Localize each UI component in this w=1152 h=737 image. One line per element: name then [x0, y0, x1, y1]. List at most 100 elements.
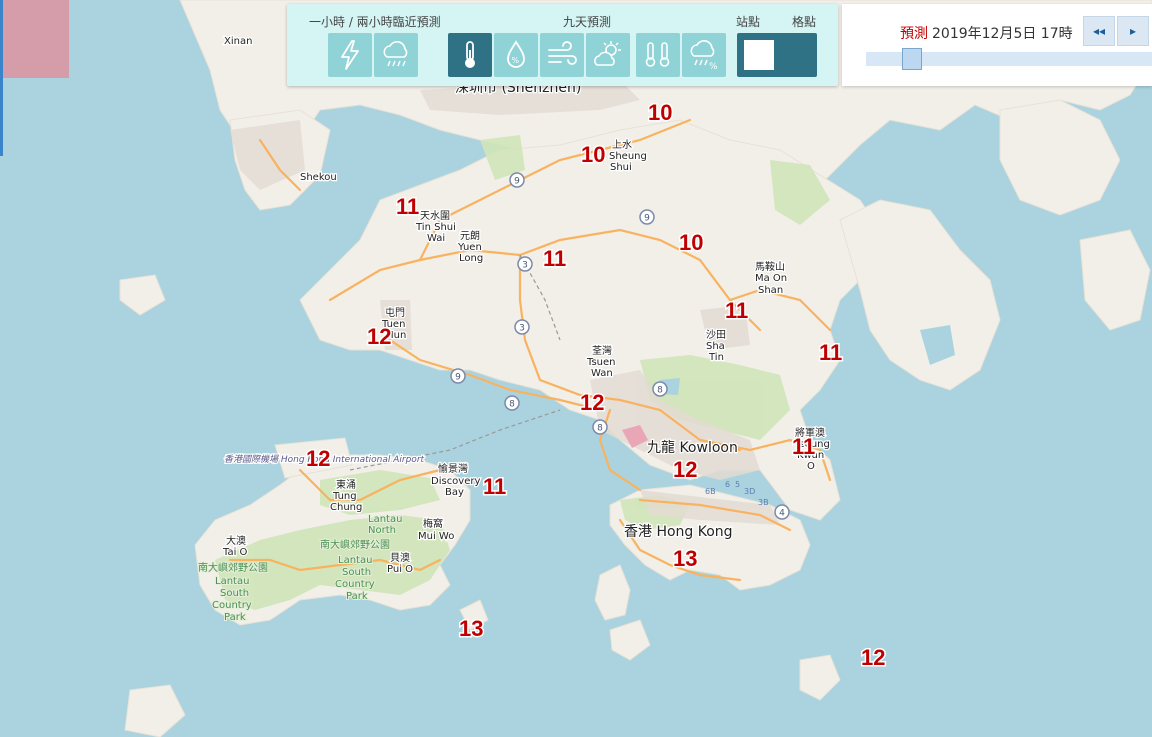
- place-label: Chung: [330, 502, 362, 513]
- place-label: Bay: [445, 487, 464, 498]
- park-label: Lantau: [368, 514, 402, 525]
- route-shield-number: 9: [514, 177, 520, 187]
- wind-button[interactable]: [540, 33, 584, 77]
- temperature-value[interactable]: 12: [305, 445, 332, 473]
- map-canvas[interactable]: 993398884 6B 6 5 3D 3B Xinan 深圳市 (Shenzh…: [0, 0, 1152, 737]
- forecast-toolbar: 一小時 / 兩小時臨近預測 九天預測 站點 格點 % %: [287, 4, 838, 86]
- place-label: 九龍 Kowloon: [647, 439, 738, 456]
- time-slider-thumb[interactable]: [902, 48, 922, 70]
- svg-text:%: %: [709, 62, 718, 72]
- station-label: 站點: [736, 15, 761, 29]
- place-label: Wai: [427, 233, 445, 244]
- lightning-button[interactable]: [328, 33, 372, 77]
- park-label: 南大嶼郊野公園: [198, 561, 268, 574]
- temperature-value[interactable]: 11: [395, 193, 421, 221]
- temperature-range-button[interactable]: [636, 33, 680, 77]
- svg-text:%: %: [512, 56, 520, 65]
- park-label: North: [368, 525, 396, 536]
- temperature-value[interactable]: 10: [678, 229, 705, 257]
- place-label: 東涌: [336, 478, 356, 491]
- nowcast-group-label: 一小時 / 兩小時臨近預測: [309, 15, 441, 29]
- humidity-drop-icon: %: [507, 40, 525, 68]
- place-label: Sheung: [609, 151, 647, 162]
- place-label: Tung: [332, 491, 357, 502]
- humidity-button[interactable]: %: [494, 33, 538, 77]
- temperature-value[interactable]: 11: [482, 473, 508, 501]
- overlay-swatch: [0, 0, 69, 78]
- forecast-label: 預測: [900, 26, 928, 42]
- place-label: O: [807, 461, 815, 472]
- temperature-value[interactable]: 12: [579, 389, 606, 417]
- temperature-value[interactable]: 13: [458, 615, 485, 643]
- place-label: 愉景灣: [438, 462, 468, 475]
- place-label: 梅窩: [423, 517, 443, 530]
- station-grid-toggle-knob[interactable]: [744, 40, 774, 70]
- park-label: Park: [224, 612, 246, 623]
- temperature-value[interactable]: 13: [672, 545, 699, 573]
- place-label: Tsuen: [586, 357, 616, 368]
- place-label: Shan: [758, 285, 783, 296]
- time-control-panel: 預測 2019年12月5日 17時 ◂◂ ▸: [842, 4, 1152, 86]
- rainfall-nowcast-button[interactable]: [374, 33, 418, 77]
- route-shield-number: 4: [779, 509, 785, 519]
- park-label: Lantau: [338, 555, 372, 566]
- temperature-value[interactable]: 11: [818, 339, 844, 367]
- place-label: 沙田: [706, 329, 726, 341]
- route-shield-number: 3: [522, 261, 528, 271]
- place-label: 大澳: [226, 534, 246, 547]
- play-icon: ▸: [1129, 24, 1137, 38]
- nine-day-group-label: 九天預測: [563, 15, 612, 29]
- rain-probability-button[interactable]: %: [682, 33, 726, 77]
- wind-icon: [548, 41, 577, 65]
- highway-label: 5: [735, 480, 740, 489]
- place-label: Tin Shui: [415, 222, 456, 233]
- highway-label: 3B: [758, 498, 769, 507]
- temperature-button[interactable]: [448, 33, 492, 77]
- temperature-value[interactable]: 12: [366, 323, 393, 351]
- place-label: Long: [459, 253, 483, 264]
- place-label: 貝澳: [390, 551, 410, 564]
- route-shield-number: 9: [644, 214, 650, 224]
- rewind-icon: ◂◂: [1092, 24, 1106, 38]
- highway-label: 3D: [744, 487, 755, 496]
- thermometer-icon: [465, 41, 475, 68]
- temperature-value[interactable]: 11: [724, 297, 750, 325]
- weather-button[interactable]: [586, 33, 630, 77]
- temperature-value[interactable]: 10: [647, 99, 674, 127]
- place-label: 天水圍: [420, 210, 450, 222]
- highway-label: 6B: [705, 487, 716, 496]
- place-label: 屯門: [385, 306, 405, 319]
- route-shield-number: 8: [657, 386, 663, 396]
- place-label: Shekou: [300, 172, 337, 183]
- rain-probability-icon: %: [690, 40, 718, 72]
- next-time-button[interactable]: ▸: [1117, 16, 1149, 46]
- place-label: 上水: [612, 139, 632, 151]
- highway-label: 6: [725, 480, 730, 489]
- park-label: Park: [346, 591, 368, 602]
- place-label: Tai O: [222, 547, 248, 558]
- previous-time-button[interactable]: ◂◂: [1083, 16, 1115, 46]
- rain-cloud-icon: [383, 41, 408, 67]
- temperature-value[interactable]: 11: [791, 433, 817, 461]
- place-label: Ma On: [755, 273, 787, 284]
- temperature-value[interactable]: 12: [860, 644, 887, 672]
- side-panel-edge[interactable]: [0, 0, 3, 156]
- temperature-value[interactable]: 12: [672, 456, 699, 484]
- grid-label: 格點: [792, 15, 817, 29]
- place-label: Shui: [610, 162, 632, 173]
- place-label: Mui Wo: [418, 531, 454, 542]
- temperature-value[interactable]: 10: [580, 141, 607, 169]
- place-label: Sha: [706, 341, 725, 352]
- route-shield-number: 9: [455, 373, 461, 383]
- forecast-datetime: 2019年12月5日 17時: [932, 26, 1073, 42]
- place-label: 元朗: [460, 230, 480, 242]
- park-label: South: [220, 588, 249, 599]
- park-label: Lantau: [215, 576, 249, 587]
- park-label: Country: [335, 579, 375, 590]
- place-label: Discovery: [431, 476, 480, 487]
- place-label: 馬鞍山: [755, 260, 785, 273]
- place-label: 荃灣: [592, 344, 612, 357]
- lightning-icon: [341, 40, 359, 70]
- temperature-value[interactable]: 11: [542, 245, 568, 273]
- sun-cloud-icon: [594, 41, 621, 66]
